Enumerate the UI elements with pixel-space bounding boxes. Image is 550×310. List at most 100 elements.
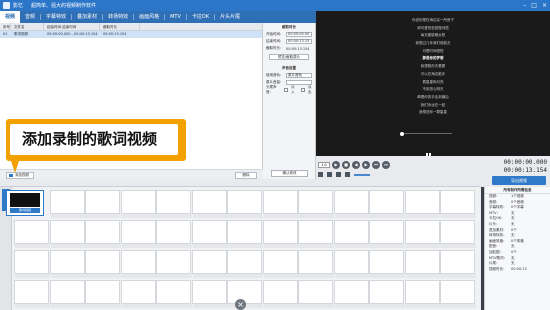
folder-icon[interactable] — [318, 172, 323, 177]
volume-icon[interactable] — [345, 172, 350, 177]
speed-box[interactable]: 1.0 — [318, 162, 330, 168]
next-icon[interactable]: ⏭ — [382, 161, 390, 169]
transition-slot[interactable] — [192, 304, 228, 308]
transition-slot[interactable] — [441, 304, 476, 308]
transition-slot[interactable] — [334, 274, 370, 278]
minimize-button[interactable]: – — [523, 2, 526, 9]
storyboard-slot[interactable] — [298, 280, 334, 308]
maximize-button[interactable]: □ — [531, 2, 537, 9]
transition-slot[interactable] — [86, 214, 121, 218]
storyboard-slot[interactable] — [227, 190, 263, 218]
transition-slot[interactable] — [370, 244, 405, 248]
storyboard-slot[interactable] — [85, 190, 121, 218]
close-button[interactable]: × — [542, 2, 547, 9]
volume-slider[interactable] — [354, 173, 370, 176]
storyboard-slot[interactable] — [156, 190, 192, 218]
tab-subtitle-effects[interactable]: 字幕特效 — [41, 11, 71, 23]
storyboard-slot[interactable] — [369, 220, 405, 248]
transition-slot[interactable] — [192, 274, 228, 278]
storyboard-slot[interactable] — [156, 280, 192, 308]
tab-transitions[interactable]: 转场特效 — [103, 11, 133, 23]
transition-slot[interactable] — [405, 304, 441, 308]
transition-slot[interactable] — [334, 214, 370, 218]
transition-slot[interactable] — [86, 274, 121, 278]
transition-slot[interactable] — [263, 214, 299, 218]
storyboard-slot[interactable] — [369, 190, 405, 218]
storyboard-slot[interactable] — [404, 220, 441, 248]
tab-overlay[interactable]: 叠加素材 — [72, 11, 102, 23]
storyboard-slot[interactable] — [85, 250, 121, 278]
transition-slot[interactable] — [299, 274, 334, 278]
transition-slot[interactable] — [228, 214, 263, 218]
audio-track-select[interactable]: 原片音轨 — [286, 73, 312, 78]
transition-slot[interactable] — [157, 214, 192, 218]
storyboard-slot[interactable] — [156, 220, 192, 248]
storyboard-slot[interactable] — [191, 280, 228, 308]
transition-slot[interactable] — [370, 304, 405, 308]
storyboard-slot[interactable] — [85, 280, 121, 308]
storyboard-slot[interactable] — [120, 280, 157, 308]
storyboard-slot[interactable] — [262, 250, 299, 278]
storyboard-slot[interactable] — [191, 250, 228, 278]
storyboard-slot[interactable] — [404, 250, 441, 278]
transition-slot[interactable] — [228, 274, 263, 278]
transition-slot[interactable] — [405, 214, 441, 218]
transition-slot[interactable] — [263, 304, 299, 308]
storyboard-slot[interactable] — [49, 250, 86, 278]
transition-slot[interactable] — [50, 274, 86, 278]
start-time-input[interactable]: 00:00:00.00 — [286, 32, 312, 37]
tab-karaoke[interactable]: 卡拉OK — [187, 11, 214, 23]
preview-clip-button[interactable]: 预览/截取原片 — [269, 54, 309, 60]
transition-slot[interactable] — [299, 304, 334, 308]
transition-slot[interactable] — [192, 214, 228, 218]
transition-slot[interactable] — [441, 274, 476, 278]
transition-slot[interactable] — [370, 274, 405, 278]
storyboard-slot[interactable] — [333, 280, 370, 308]
end-time-input[interactable]: 00:00:13.15 — [286, 39, 312, 44]
storyboard-slot[interactable] — [404, 190, 441, 218]
transition-slot[interactable] — [334, 244, 370, 248]
storyboard-slot[interactable] — [49, 280, 86, 308]
transition-slot[interactable] — [157, 274, 192, 278]
play-icon[interactable]: ▶ — [332, 161, 340, 169]
fade-out-checkbox[interactable] — [301, 87, 306, 92]
storyboard-slot[interactable] — [440, 280, 476, 308]
storyboard-slot[interactable] — [369, 250, 405, 278]
progress-knob[interactable] — [400, 131, 404, 136]
storyboard-slot[interactable] — [298, 190, 334, 218]
storyboard-slot[interactable] — [262, 190, 299, 218]
fade-in-checkbox[interactable] — [284, 87, 289, 92]
storyboard-slot[interactable] — [333, 220, 370, 248]
storyboard-slot[interactable] — [298, 250, 334, 278]
transition-slot[interactable] — [50, 304, 86, 308]
transition-slot[interactable] — [334, 304, 370, 308]
transition-slot[interactable] — [121, 274, 157, 278]
preview-progress-bar[interactable] — [400, 131, 452, 136]
transition-slot[interactable] — [157, 244, 192, 248]
transition-slot[interactable] — [15, 304, 50, 308]
storyboard-slot[interactable] — [369, 280, 405, 308]
storyboard-slot[interactable] — [333, 190, 370, 218]
transition-slot[interactable] — [192, 244, 228, 248]
transition-slot[interactable] — [50, 244, 86, 248]
fullscreen-icon[interactable] — [336, 172, 341, 177]
storyboard-slot[interactable] — [14, 220, 50, 248]
transition-slot[interactable] — [370, 214, 405, 218]
storyboard-slot[interactable] — [156, 250, 192, 278]
transition-slot[interactable] — [263, 274, 299, 278]
storyboard-slot[interactable] — [49, 190, 86, 218]
storyboard-slot[interactable] — [120, 190, 157, 218]
forward-icon[interactable]: ▶ — [362, 161, 370, 169]
storyboard-slot[interactable] — [262, 280, 299, 308]
transition-slot[interactable] — [121, 214, 157, 218]
storyboard-slot[interactable] — [191, 220, 228, 248]
rewind-icon[interactable]: ◀ — [352, 161, 360, 169]
storyboard-slot[interactable] — [404, 280, 441, 308]
transition-slot[interactable] — [263, 244, 299, 248]
storyboard-slot[interactable] — [120, 220, 157, 248]
transition-slot[interactable] — [405, 274, 441, 278]
tab-intro-outro[interactable]: 片头片尾 — [215, 11, 245, 23]
storyboard-slot[interactable] — [440, 250, 476, 278]
transition-slot[interactable] — [121, 244, 157, 248]
camera-icon[interactable] — [327, 172, 332, 177]
